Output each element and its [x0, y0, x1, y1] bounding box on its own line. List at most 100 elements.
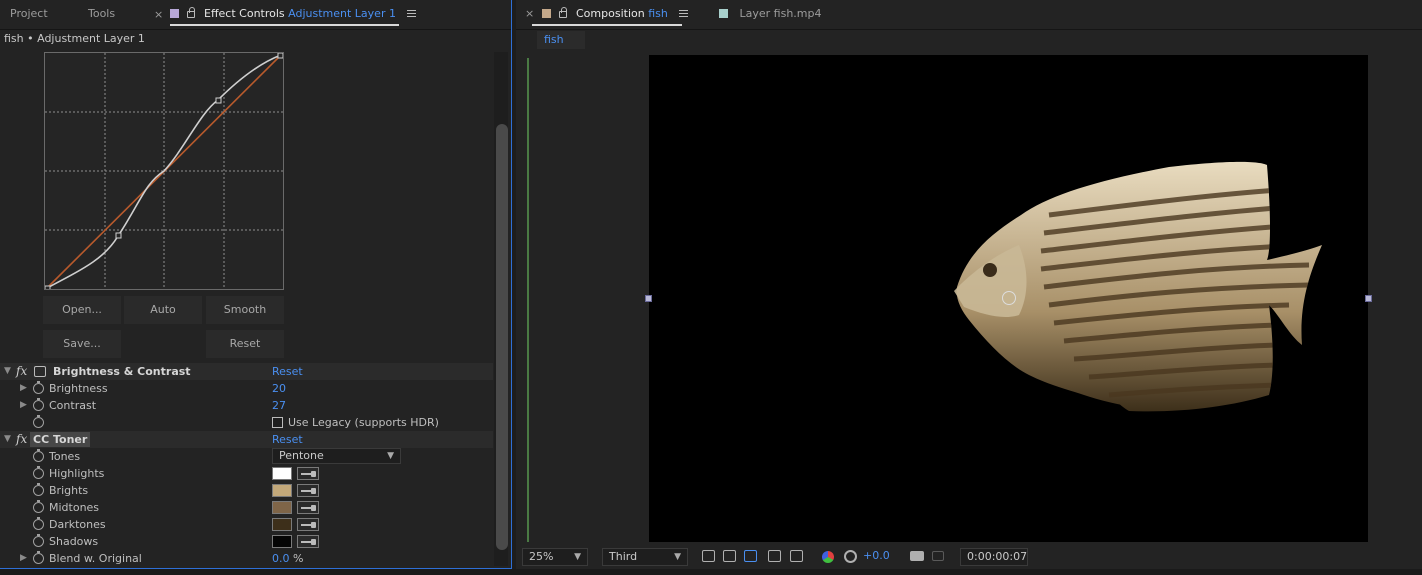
transparency-grid-icon[interactable]: [723, 550, 736, 562]
eyedropper-icon[interactable]: [297, 484, 319, 497]
tab-composition[interactable]: Composition fish: [542, 7, 689, 20]
property-label: Highlights: [49, 467, 105, 480]
curves-auto-button[interactable]: Auto: [124, 296, 202, 324]
region-of-interest-icon[interactable]: [768, 550, 781, 562]
twirl-icon[interactable]: ▼: [4, 363, 11, 380]
stopwatch-icon[interactable]: [33, 483, 44, 496]
panel-menu-icon[interactable]: [407, 10, 417, 17]
layer-handle-left[interactable]: [645, 295, 652, 302]
guides-icon[interactable]: [790, 550, 803, 562]
effect-controls-panel: Project Tools × Effect Controls Adjustme…: [0, 0, 512, 569]
brights-color-swatch[interactable]: [272, 484, 292, 497]
property-label: Tones: [49, 450, 81, 463]
lock-icon[interactable]: [558, 7, 567, 18]
midtones-color-swatch[interactable]: [272, 501, 292, 514]
blend-value[interactable]: 0.0 %: [272, 550, 303, 567]
twirl-icon[interactable]: ▼: [4, 431, 11, 448]
eyedropper-icon[interactable]: [297, 535, 319, 548]
mask-visibility-icon[interactable]: [744, 550, 757, 562]
curve-point-low: [115, 232, 122, 239]
shadows-color-swatch[interactable]: [272, 535, 292, 548]
composition-name: fish: [648, 7, 668, 20]
eyedropper-icon[interactable]: [297, 467, 319, 480]
anchor-point-icon[interactable]: [1002, 291, 1016, 305]
stopwatch-icon[interactable]: [33, 398, 44, 411]
stopwatch-icon[interactable]: [33, 500, 44, 513]
contrast-value[interactable]: 27: [272, 397, 286, 414]
layer-handle-right[interactable]: [1365, 295, 1372, 302]
curves-graph[interactable]: [44, 52, 284, 292]
highlights-color-swatch[interactable]: [272, 467, 292, 480]
twirl-icon[interactable]: ▶: [20, 380, 27, 397]
timecode-display[interactable]: 0:00:00:07: [960, 548, 1028, 566]
curve-point-high: [215, 97, 222, 104]
effect-badge-icon: [34, 366, 46, 377]
time-indicator-line: [527, 58, 529, 542]
darktones-color-swatch[interactable]: [272, 518, 292, 531]
stopwatch-icon[interactable]: [33, 381, 44, 394]
tab-project[interactable]: Project: [10, 7, 48, 20]
tones-value: Pentone: [279, 449, 324, 462]
twirl-icon[interactable]: ▶: [20, 397, 27, 414]
curve-point-end: [277, 52, 284, 59]
active-tab-underline: [170, 24, 399, 26]
zoom-dropdown[interactable]: 25% ▼: [522, 548, 588, 566]
brightness-value[interactable]: 20: [272, 380, 286, 397]
active-tab-underline: [532, 24, 682, 26]
exposure-value[interactable]: +0.0: [863, 549, 890, 562]
channel-icon[interactable]: [822, 551, 834, 563]
resolution-dropdown[interactable]: Third ▼: [602, 548, 688, 566]
effect-reset-link[interactable]: Reset: [272, 363, 303, 380]
property-use-legacy: Use Legacy (supports HDR): [0, 414, 493, 431]
composition-canvas[interactable]: [649, 55, 1368, 542]
curves-graph-svg: [44, 52, 284, 292]
comp-tabbar: × Composition fish Layer fish.mp4: [516, 0, 1422, 30]
tab-effect-controls[interactable]: Effect Controls Adjustment Layer 1: [170, 7, 417, 20]
stopwatch-icon[interactable]: [33, 415, 44, 428]
stopwatch-icon[interactable]: [33, 534, 44, 547]
blend-number[interactable]: 0.0: [272, 552, 290, 565]
effect-reset-link[interactable]: Reset: [272, 431, 303, 448]
stopwatch-icon[interactable]: [33, 466, 44, 479]
bottom-strip: [0, 569, 1422, 575]
lock-icon[interactable]: [186, 7, 195, 18]
curves-smooth-button[interactable]: Smooth: [206, 296, 284, 324]
curves-reset-button[interactable]: Reset: [206, 330, 284, 358]
close-icon[interactable]: ×: [154, 8, 163, 21]
close-icon[interactable]: ×: [525, 7, 534, 20]
property-label: Blend w. Original: [49, 552, 142, 565]
scrollbar-thumb[interactable]: [496, 124, 508, 550]
fish-eye: [983, 263, 997, 277]
timecode-value: 0:00:00:07: [967, 550, 1028, 563]
exposure-reset-icon[interactable]: [844, 550, 857, 563]
fast-preview-icon[interactable]: [702, 550, 715, 562]
use-legacy-checkbox[interactable]: [272, 417, 283, 428]
fx-icon[interactable]: fx: [16, 363, 27, 380]
effect-cc-toner[interactable]: ▼ fx CC Toner Reset: [0, 431, 493, 448]
stopwatch-icon[interactable]: [33, 449, 44, 462]
tones-dropdown[interactable]: Pentone ▼: [272, 448, 401, 464]
snapshot-icon[interactable]: [910, 551, 924, 561]
layer-tab-label: Layer fish.mp4: [739, 7, 822, 20]
effect-controls-layer-name: Adjustment Layer 1: [288, 7, 396, 20]
stopwatch-icon[interactable]: [33, 517, 44, 530]
curves-open-button[interactable]: Open...: [43, 296, 121, 324]
eyedropper-icon[interactable]: [297, 501, 319, 514]
stopwatch-icon[interactable]: [33, 551, 44, 564]
property-darktones: Darktones: [0, 516, 493, 533]
use-legacy-label: Use Legacy (supports HDR): [288, 416, 439, 429]
tab-tools[interactable]: Tools: [88, 7, 115, 20]
viewer-toolbar: 25% ▼ Third ▼ +0.0 0:00:00:07: [516, 546, 1422, 568]
comp-subtab-fish[interactable]: fish: [537, 31, 585, 49]
show-snapshot-icon[interactable]: [932, 551, 944, 561]
eyedropper-icon[interactable]: [297, 518, 319, 531]
effect-name[interactable]: CC Toner: [30, 432, 91, 447]
tab-layer[interactable]: Layer fish.mp4: [719, 7, 822, 20]
property-label: Midtones: [49, 501, 100, 514]
effect-brightness-contrast[interactable]: ▼ fx Brightness & Contrast Reset: [0, 363, 493, 380]
curves-save-button[interactable]: Save...: [43, 330, 121, 358]
panel-menu-icon[interactable]: [679, 10, 689, 17]
twirl-icon[interactable]: ▶: [20, 550, 27, 567]
fx-icon[interactable]: fx: [16, 431, 27, 448]
curve-point-start: [44, 285, 51, 292]
